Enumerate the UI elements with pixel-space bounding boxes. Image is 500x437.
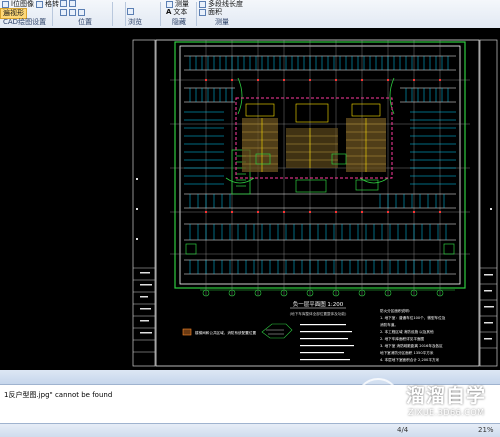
- ribbon-grid-button[interactable]: 格转: [36, 0, 59, 9]
- redo-icon: [69, 9, 76, 16]
- measure-icon: [166, 1, 173, 8]
- group-hide: 隐藏: [172, 18, 186, 26]
- design-notes: 防火分区面积说明： 1. 地下室：普通车位100个，微型车位及 消防车道。 2.…: [380, 308, 446, 362]
- page-indicator: 4/4: [397, 426, 409, 434]
- zoom-icon: [78, 9, 85, 16]
- open-icon: [60, 0, 67, 7]
- plan-subtitle: (地下车库整体全部位置整体及功能): [290, 311, 347, 316]
- cad-drawing: 负一层平面图 1:200 (地下车库整体全部位置整体及功能) 楼梯间和公共区域、…: [132, 39, 498, 367]
- group-position: 位置: [78, 18, 92, 26]
- image-icon: [2, 1, 9, 8]
- ribbon-area-button[interactable]: 面积: [199, 8, 222, 17]
- error-message: 1反户型图.jpg" cannot be found: [4, 391, 113, 399]
- parking-stalls-top: [184, 55, 456, 103]
- ribbon-separator: [160, 2, 161, 26]
- save-icon: [69, 0, 76, 7]
- legend-note: 楼梯间和公共区域、消防系统配置位置: [195, 330, 256, 335]
- design-note: 3. 地下室 消防疏散距离 2016年及各区: [380, 343, 443, 348]
- ribbon-separator: [196, 2, 197, 26]
- design-note: 1. 地下室：普通车位100个，微型车位及: [380, 315, 446, 320]
- ribbon-hide-icon-button[interactable]: [127, 8, 136, 15]
- design-notes-center: [300, 324, 354, 361]
- ribbon-separator: [125, 2, 126, 26]
- group-cad-settings: CAD绘图设置: [3, 18, 47, 26]
- stair-detail: [261, 323, 293, 339]
- plan-title: 负一层平面图 1:200: [293, 300, 344, 308]
- ribbon-undo-button[interactable]: [60, 9, 87, 16]
- zoom-level[interactable]: 21%: [478, 426, 494, 434]
- design-note: 2. 地下车库面积详见平面图: [380, 336, 425, 341]
- play-logo-icon: [356, 378, 400, 422]
- design-note: 防火分区面积说明：: [380, 308, 412, 313]
- watermark-title: 溜溜自学: [406, 385, 487, 407]
- undo-icon: [60, 9, 67, 16]
- cad-drawing-canvas[interactable]: 负一层平面图 1:200 (地下车库整体全部位置整体及功能) 楼梯间和公共区域、…: [0, 28, 500, 370]
- layers-icon: [127, 8, 134, 15]
- grid-icon: [36, 1, 43, 8]
- ribbon-toolbar: l位图像 格转 遍视形 测量 A文本 多段线长度 面积 CAD绘图设置 位置 浏…: [0, 0, 500, 29]
- design-note: 2. 本工程区域 消防设施 以及其他: [380, 329, 434, 334]
- ribbon-separator: [112, 2, 113, 26]
- group-browse: 浏览: [128, 18, 142, 26]
- text-icon: A: [166, 8, 172, 16]
- left-title-strip: [132, 39, 156, 367]
- group-measure: 测量: [215, 18, 229, 26]
- grid-bubbles: [202, 289, 444, 297]
- legend-swatch: [182, 328, 192, 336]
- ribbon-text-button[interactable]: A 文本: [166, 8, 187, 17]
- watermark-url: ZIXUE.3D66.COM: [408, 408, 485, 417]
- design-note: 消防车道。: [380, 322, 398, 327]
- ribbon-separator: [52, 2, 53, 26]
- right-title-strip: [479, 39, 498, 367]
- ribbon-open-icon-button[interactable]: [60, 0, 78, 7]
- polyline-icon: [199, 1, 206, 8]
- title-block-lines: [133, 267, 497, 353]
- area-icon: [199, 9, 206, 16]
- parking-stall-dividers: [189, 56, 449, 102]
- status-bar: 4/4 21%: [0, 423, 500, 437]
- design-note: 4. 本层地下室面积合计 2,200平方米: [380, 357, 440, 362]
- design-note: 地下室消防分区面积 1350平方米: [380, 350, 434, 355]
- watermark: 溜溜自学 ZIXUE.3D66.COM: [356, 378, 500, 424]
